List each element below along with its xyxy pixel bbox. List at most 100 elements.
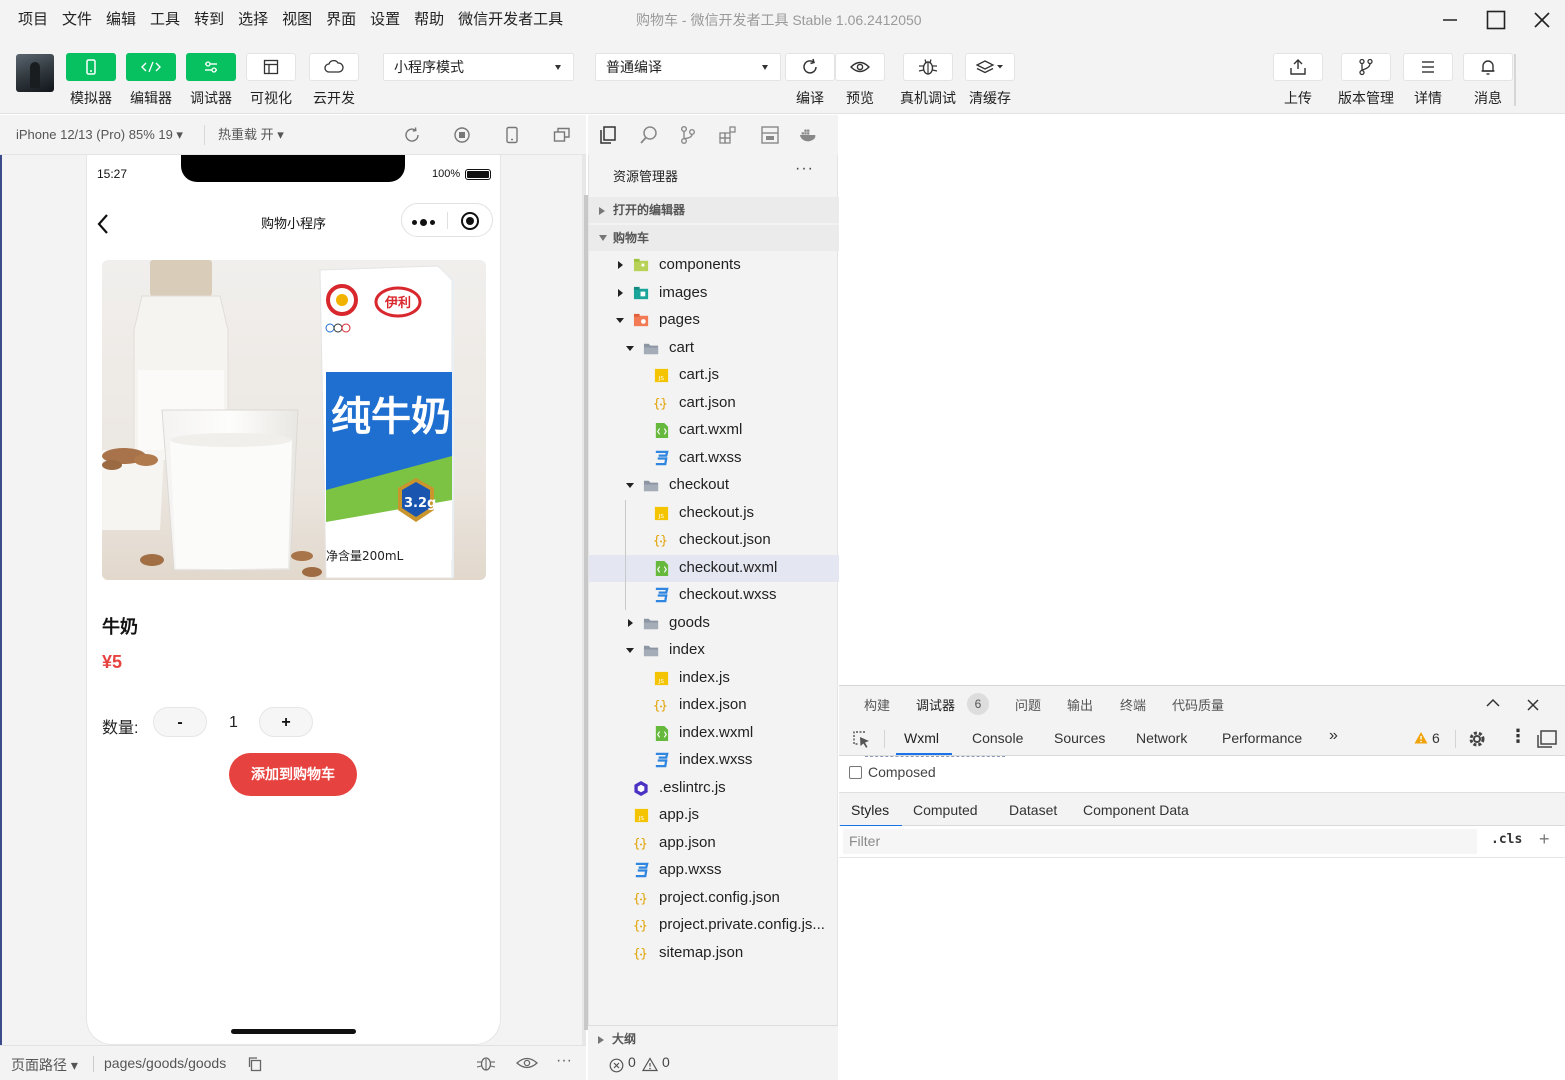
- simulator-button[interactable]: 模拟器: [66, 53, 116, 108]
- chevron-right-icon[interactable]: [616, 288, 624, 297]
- tree-file[interactable]: JS index.js: [589, 665, 839, 692]
- layout-panel-icon[interactable]: [760, 125, 780, 145]
- editor-button[interactable]: 编辑器: [126, 53, 176, 108]
- more-icon[interactable]: ···: [556, 1052, 572, 1070]
- tree-file[interactable]: index.wxml: [589, 720, 839, 747]
- chevron-right-icon[interactable]: [616, 261, 624, 269]
- tree-file[interactable]: {} project.config.json: [589, 885, 839, 912]
- tree-folder[interactable]: images: [589, 280, 839, 307]
- rotate-icon[interactable]: [403, 126, 421, 144]
- dock-icon[interactable]: [1536, 729, 1558, 749]
- kebab-menu-icon[interactable]: ⋮: [1509, 726, 1527, 747]
- chevron-up-icon[interactable]: [1486, 698, 1500, 708]
- chevron-down-icon[interactable]: [616, 316, 624, 324]
- tree-file[interactable]: {} cart.json: [589, 390, 839, 417]
- minimize-button[interactable]: [1427, 0, 1473, 40]
- page-path-select[interactable]: 页面路径 ▾: [11, 1055, 78, 1075]
- device-select[interactable]: iPhone 12/13 (Pro) 85% 19 ▾: [16, 115, 183, 155]
- tree-file[interactable]: JS checkout.js: [589, 500, 839, 527]
- extensions-icon[interactable]: [718, 125, 738, 145]
- clear-cache-button[interactable]: 清缓存: [965, 53, 1015, 108]
- tab-console[interactable]: Console: [972, 730, 1023, 746]
- avatar[interactable]: [16, 54, 54, 92]
- tree-file[interactable]: {} sitemap.json: [589, 940, 839, 967]
- debugger-button[interactable]: 调试器: [186, 53, 236, 108]
- menu-edit[interactable]: 编辑: [99, 0, 143, 40]
- add-style-rule-button[interactable]: +: [1539, 829, 1550, 850]
- tab-debugger[interactable]: 调试器: [916, 695, 955, 714]
- more-dots-icon[interactable]: [412, 219, 435, 226]
- styles-filter-input[interactable]: Filter: [843, 829, 1477, 854]
- tree-file[interactable]: JS cart.js: [589, 362, 839, 389]
- menu-tools[interactable]: 工具: [143, 0, 187, 40]
- tab-component-data[interactable]: Component Data: [1083, 802, 1189, 818]
- menu-select[interactable]: 选择: [231, 0, 275, 40]
- compile-select[interactable]: 普通编译: [595, 53, 781, 81]
- hot-reload-toggle[interactable]: 热重载 开 ▾: [218, 115, 284, 155]
- tree-file[interactable]: .eslintrc.js: [589, 775, 839, 802]
- files-icon[interactable]: [598, 125, 618, 145]
- real-debug-button[interactable]: 真机调试: [900, 53, 956, 108]
- tab-dataset[interactable]: Dataset: [1009, 802, 1057, 818]
- open-editors-section[interactable]: 打开的编辑器: [589, 197, 839, 223]
- decrement-button[interactable]: -: [153, 707, 207, 737]
- maximize-button[interactable]: [1473, 0, 1519, 40]
- chevron-right-icon[interactable]: [626, 618, 634, 627]
- close-miniprogram-icon[interactable]: [461, 212, 479, 230]
- tab-wxml[interactable]: Wxml: [904, 730, 939, 746]
- messages-button[interactable]: 消息: [1463, 53, 1513, 108]
- tab-computed[interactable]: Computed: [913, 802, 978, 818]
- details-button[interactable]: 详情: [1403, 53, 1453, 108]
- tree-folder[interactable]: checkout: [589, 472, 839, 499]
- close-window-button[interactable]: [1519, 0, 1565, 40]
- more-tabs-icon[interactable]: »: [1329, 727, 1338, 745]
- tab-sources[interactable]: Sources: [1054, 730, 1105, 746]
- menu-wechat-devtools[interactable]: 微信开发者工具: [451, 0, 570, 40]
- menu-project[interactable]: 项目: [0, 0, 55, 40]
- cls-toggle[interactable]: .cls: [1491, 832, 1522, 847]
- tree-file[interactable]: checkout.wxss: [589, 582, 839, 609]
- tree-folder[interactable]: cart: [589, 335, 839, 362]
- menu-interface[interactable]: 界面: [319, 0, 363, 40]
- tree-folder[interactable]: index: [589, 637, 839, 664]
- tree-file[interactable]: {} checkout.json: [589, 527, 839, 554]
- menu-view[interactable]: 视图: [275, 0, 319, 40]
- warning-count[interactable]: 6: [1432, 730, 1440, 746]
- error-count[interactable]: 0: [628, 1054, 636, 1070]
- stop-icon[interactable]: [453, 126, 471, 144]
- tab-styles[interactable]: Styles: [851, 802, 889, 818]
- tab-performance[interactable]: Performance: [1222, 730, 1302, 746]
- tree-folder[interactable]: goods: [589, 610, 839, 637]
- phone-frame-icon[interactable]: [503, 126, 521, 144]
- compile-button[interactable]: 编译: [785, 53, 835, 108]
- tree-file[interactable]: index.wxss: [589, 747, 839, 774]
- tree-file[interactable]: {} app.json: [589, 830, 839, 857]
- tree-file[interactable]: app.wxss: [589, 857, 839, 884]
- tab-network[interactable]: Network: [1136, 730, 1187, 746]
- menu-file[interactable]: 文件: [55, 0, 99, 40]
- chevron-down-icon[interactable]: [626, 646, 634, 654]
- menu-help[interactable]: 帮助: [407, 0, 451, 40]
- chevron-down-icon[interactable]: [626, 481, 634, 489]
- inspect-element-icon[interactable]: [851, 729, 871, 749]
- tree-file[interactable]: checkout.wxml: [589, 554, 839, 582]
- add-to-cart-button[interactable]: 添加到购物车: [229, 753, 357, 796]
- chevron-down-icon[interactable]: [626, 344, 634, 352]
- tab-build[interactable]: 构建: [864, 695, 890, 714]
- close-panel-icon[interactable]: [1527, 699, 1539, 711]
- tab-output[interactable]: 输出: [1067, 695, 1093, 714]
- more-icon[interactable]: ···: [795, 160, 814, 178]
- preview-button[interactable]: 预览: [835, 53, 885, 108]
- tree-file[interactable]: {} project.private.config.js...: [589, 912, 839, 939]
- increment-button[interactable]: +: [259, 707, 313, 737]
- tree-folder[interactable]: components: [589, 252, 839, 279]
- warning-count[interactable]: 0: [662, 1054, 670, 1070]
- copy-icon[interactable]: [247, 1056, 263, 1072]
- tree-folder[interactable]: pages: [589, 307, 839, 334]
- gear-icon[interactable]: [1467, 729, 1487, 749]
- explorer-scrollbar[interactable]: [584, 195, 588, 1030]
- tree-file[interactable]: {} index.json: [589, 692, 839, 719]
- version-button[interactable]: 版本管理: [1338, 53, 1394, 108]
- tab-terminal[interactable]: 终端: [1120, 695, 1146, 714]
- menu-settings[interactable]: 设置: [363, 0, 407, 40]
